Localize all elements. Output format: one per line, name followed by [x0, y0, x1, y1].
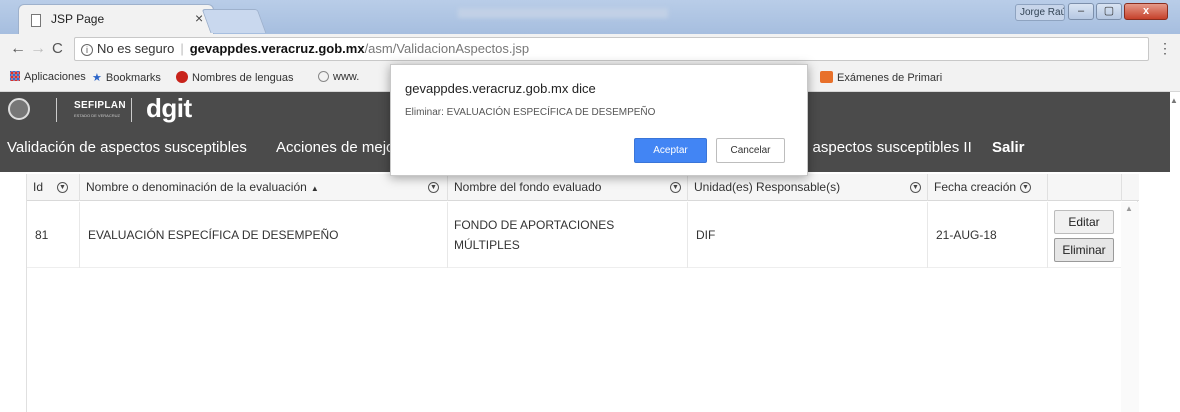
column-menu-icon[interactable]: ▼ — [428, 182, 439, 193]
column-label: Nombre del fondo evaluado — [454, 180, 602, 194]
bookmark-www[interactable]: www. — [318, 71, 359, 83]
sefiplan-subtitle: ESTADO DE VERACRUZ — [74, 113, 120, 118]
column-menu-icon[interactable]: ▼ — [1020, 182, 1031, 193]
cancel-button[interactable]: Cancelar — [716, 138, 785, 163]
confirm-dialog: gevappdes.veracruz.gob.mx dice Eliminar:… — [390, 64, 808, 176]
veracruz-seal-icon — [8, 98, 30, 120]
column-menu-icon[interactable]: ▼ — [57, 182, 68, 193]
column-label: Fecha creación — [934, 180, 1017, 194]
minimize-button[interactable]: – — [1068, 3, 1094, 20]
bookmark-label: Bookmarks — [105, 72, 161, 84]
nav-validacion-aspectos[interactable]: Validación de aspectos susceptibles — [7, 139, 247, 156]
delete-button[interactable]: Eliminar — [1054, 238, 1114, 262]
security-label: No es seguro — [97, 41, 175, 56]
logo-divider — [131, 98, 132, 122]
bookmark-label: www. — [333, 71, 360, 83]
address-bar[interactable]: i No es seguro | gevappdes.veracruz.gob.mx/… — [74, 37, 1149, 61]
bookmark-label: Nombres de lenguas — [192, 72, 294, 84]
sefiplan-logo: SEFIPLAN — [74, 100, 126, 111]
address-separator: | — [180, 41, 184, 56]
user-profile-badge[interactable]: Jorge Raúl — [1015, 4, 1065, 21]
evaluations-grid: Id ▼ Nombre o denominación de la evaluac… — [26, 174, 1139, 412]
page-icon — [31, 14, 41, 27]
accept-button[interactable]: Aceptar — [634, 138, 707, 163]
column-header-nombre[interactable]: Nombre o denominación de la evaluación ▲ … — [79, 174, 447, 201]
new-tab-button[interactable] — [201, 9, 267, 33]
column-header-fecha[interactable]: Fecha creación ▼ — [927, 174, 1047, 201]
cell-fondo: FONDO DE APORTACIONES MÚLTIPLES — [447, 202, 687, 268]
browser-toolbar: ← → C i No es seguro | gevappdes.veracruz.g… — [0, 34, 1180, 64]
info-icon[interactable]: i — [81, 43, 93, 56]
grid-header: Id ▼ Nombre o denominación de la evaluac… — [27, 174, 1139, 201]
cell-actions: Editar Eliminar — [1047, 202, 1121, 268]
bookmark-label: Aplicaciones — [24, 71, 86, 83]
column-header-scroll — [1121, 174, 1139, 201]
cell-unidad: DIF — [687, 202, 927, 268]
back-icon[interactable]: ← — [10, 40, 26, 58]
bookmark-apps[interactable]: Aplicaciones — [10, 71, 86, 83]
globe-icon — [318, 71, 329, 82]
url-host: gevappdes.veracruz.gob.mx — [189, 41, 365, 56]
column-header-unidad[interactable]: Unidad(es) Responsable(s) ▼ — [687, 174, 927, 201]
browser-window: JSP Page × Jorge Raúl – ▢ x ← → C i No es… — [0, 0, 1180, 412]
maximize-button[interactable]: ▢ — [1096, 3, 1122, 20]
logo-divider — [56, 98, 57, 122]
close-window-button[interactable]: x — [1124, 3, 1168, 20]
url-path: /asm/ValidacionAspectos.jsp — [364, 41, 530, 56]
bookmark-bookmarks[interactable]: ★ Bookmarks — [92, 71, 161, 84]
column-label: Id — [33, 180, 44, 194]
browser-menu-icon[interactable]: ⋮ — [1158, 41, 1172, 55]
edit-button[interactable]: Editar — [1054, 210, 1114, 234]
nav-salir[interactable]: Salir — [992, 139, 1025, 156]
title-bar: JSP Page × Jorge Raúl – ▢ x — [0, 0, 1180, 34]
apps-icon — [10, 71, 20, 81]
nav-acciones-mejora[interactable]: Acciones de mejo — [276, 139, 394, 156]
column-header-actions — [1047, 174, 1121, 201]
table-row[interactable]: 81 EVALUACIÓN ESPECÍFICA DE DESEMPEÑO FO… — [27, 202, 1121, 268]
sort-ascending-icon: ▲ — [310, 184, 319, 193]
scroll-up-icon[interactable]: ▲ — [1125, 204, 1133, 213]
column-label: Nombre o denominación de la evaluación — [86, 180, 307, 194]
page-scroll-up-icon[interactable]: ▲ — [1170, 96, 1178, 105]
tab-title: JSP Page — [51, 12, 105, 26]
grid-scrollbar[interactable]: ▲ — [1121, 202, 1139, 412]
column-header-fondo[interactable]: Nombre del fondo evaluado ▼ — [447, 174, 687, 201]
bookmark-label: Exámenes de Primari — [837, 72, 943, 84]
browser-tab[interactable]: JSP Page × — [18, 4, 214, 34]
forward-icon[interactable]: → — [30, 40, 46, 58]
column-label: Unidad(es) Responsable(s) — [694, 180, 841, 194]
nav-aspectos-susceptibles-ii[interactable]: e aspectos susceptibles II — [800, 139, 972, 156]
cell-id: 81 — [35, 228, 49, 242]
red-dot-icon — [176, 71, 188, 83]
dgit-logo: dgit — [146, 93, 192, 123]
bookmark-lenguas[interactable]: Nombres de lenguas — [176, 71, 294, 84]
dialog-title: gevappdes.veracruz.gob.mx dice — [405, 81, 596, 96]
bookmark-examenes[interactable]: Exámenes de Primari — [820, 71, 942, 84]
star-icon: ★ — [92, 72, 102, 84]
column-menu-icon[interactable]: ▼ — [910, 182, 921, 193]
exam-icon — [820, 71, 833, 83]
cell-fecha: 21-AUG-18 — [927, 202, 1047, 268]
cell-nombre: EVALUACIÓN ESPECÍFICA DE DESEMPEÑO — [79, 202, 447, 268]
column-header-id[interactable]: Id ▼ — [27, 174, 79, 201]
reload-icon[interactable]: C — [52, 40, 63, 57]
dialog-message: Eliminar: EVALUACIÓN ESPECÍFICA DE DESEM… — [405, 107, 656, 118]
window-title — [458, 8, 668, 18]
column-menu-icon[interactable]: ▼ — [670, 182, 681, 193]
